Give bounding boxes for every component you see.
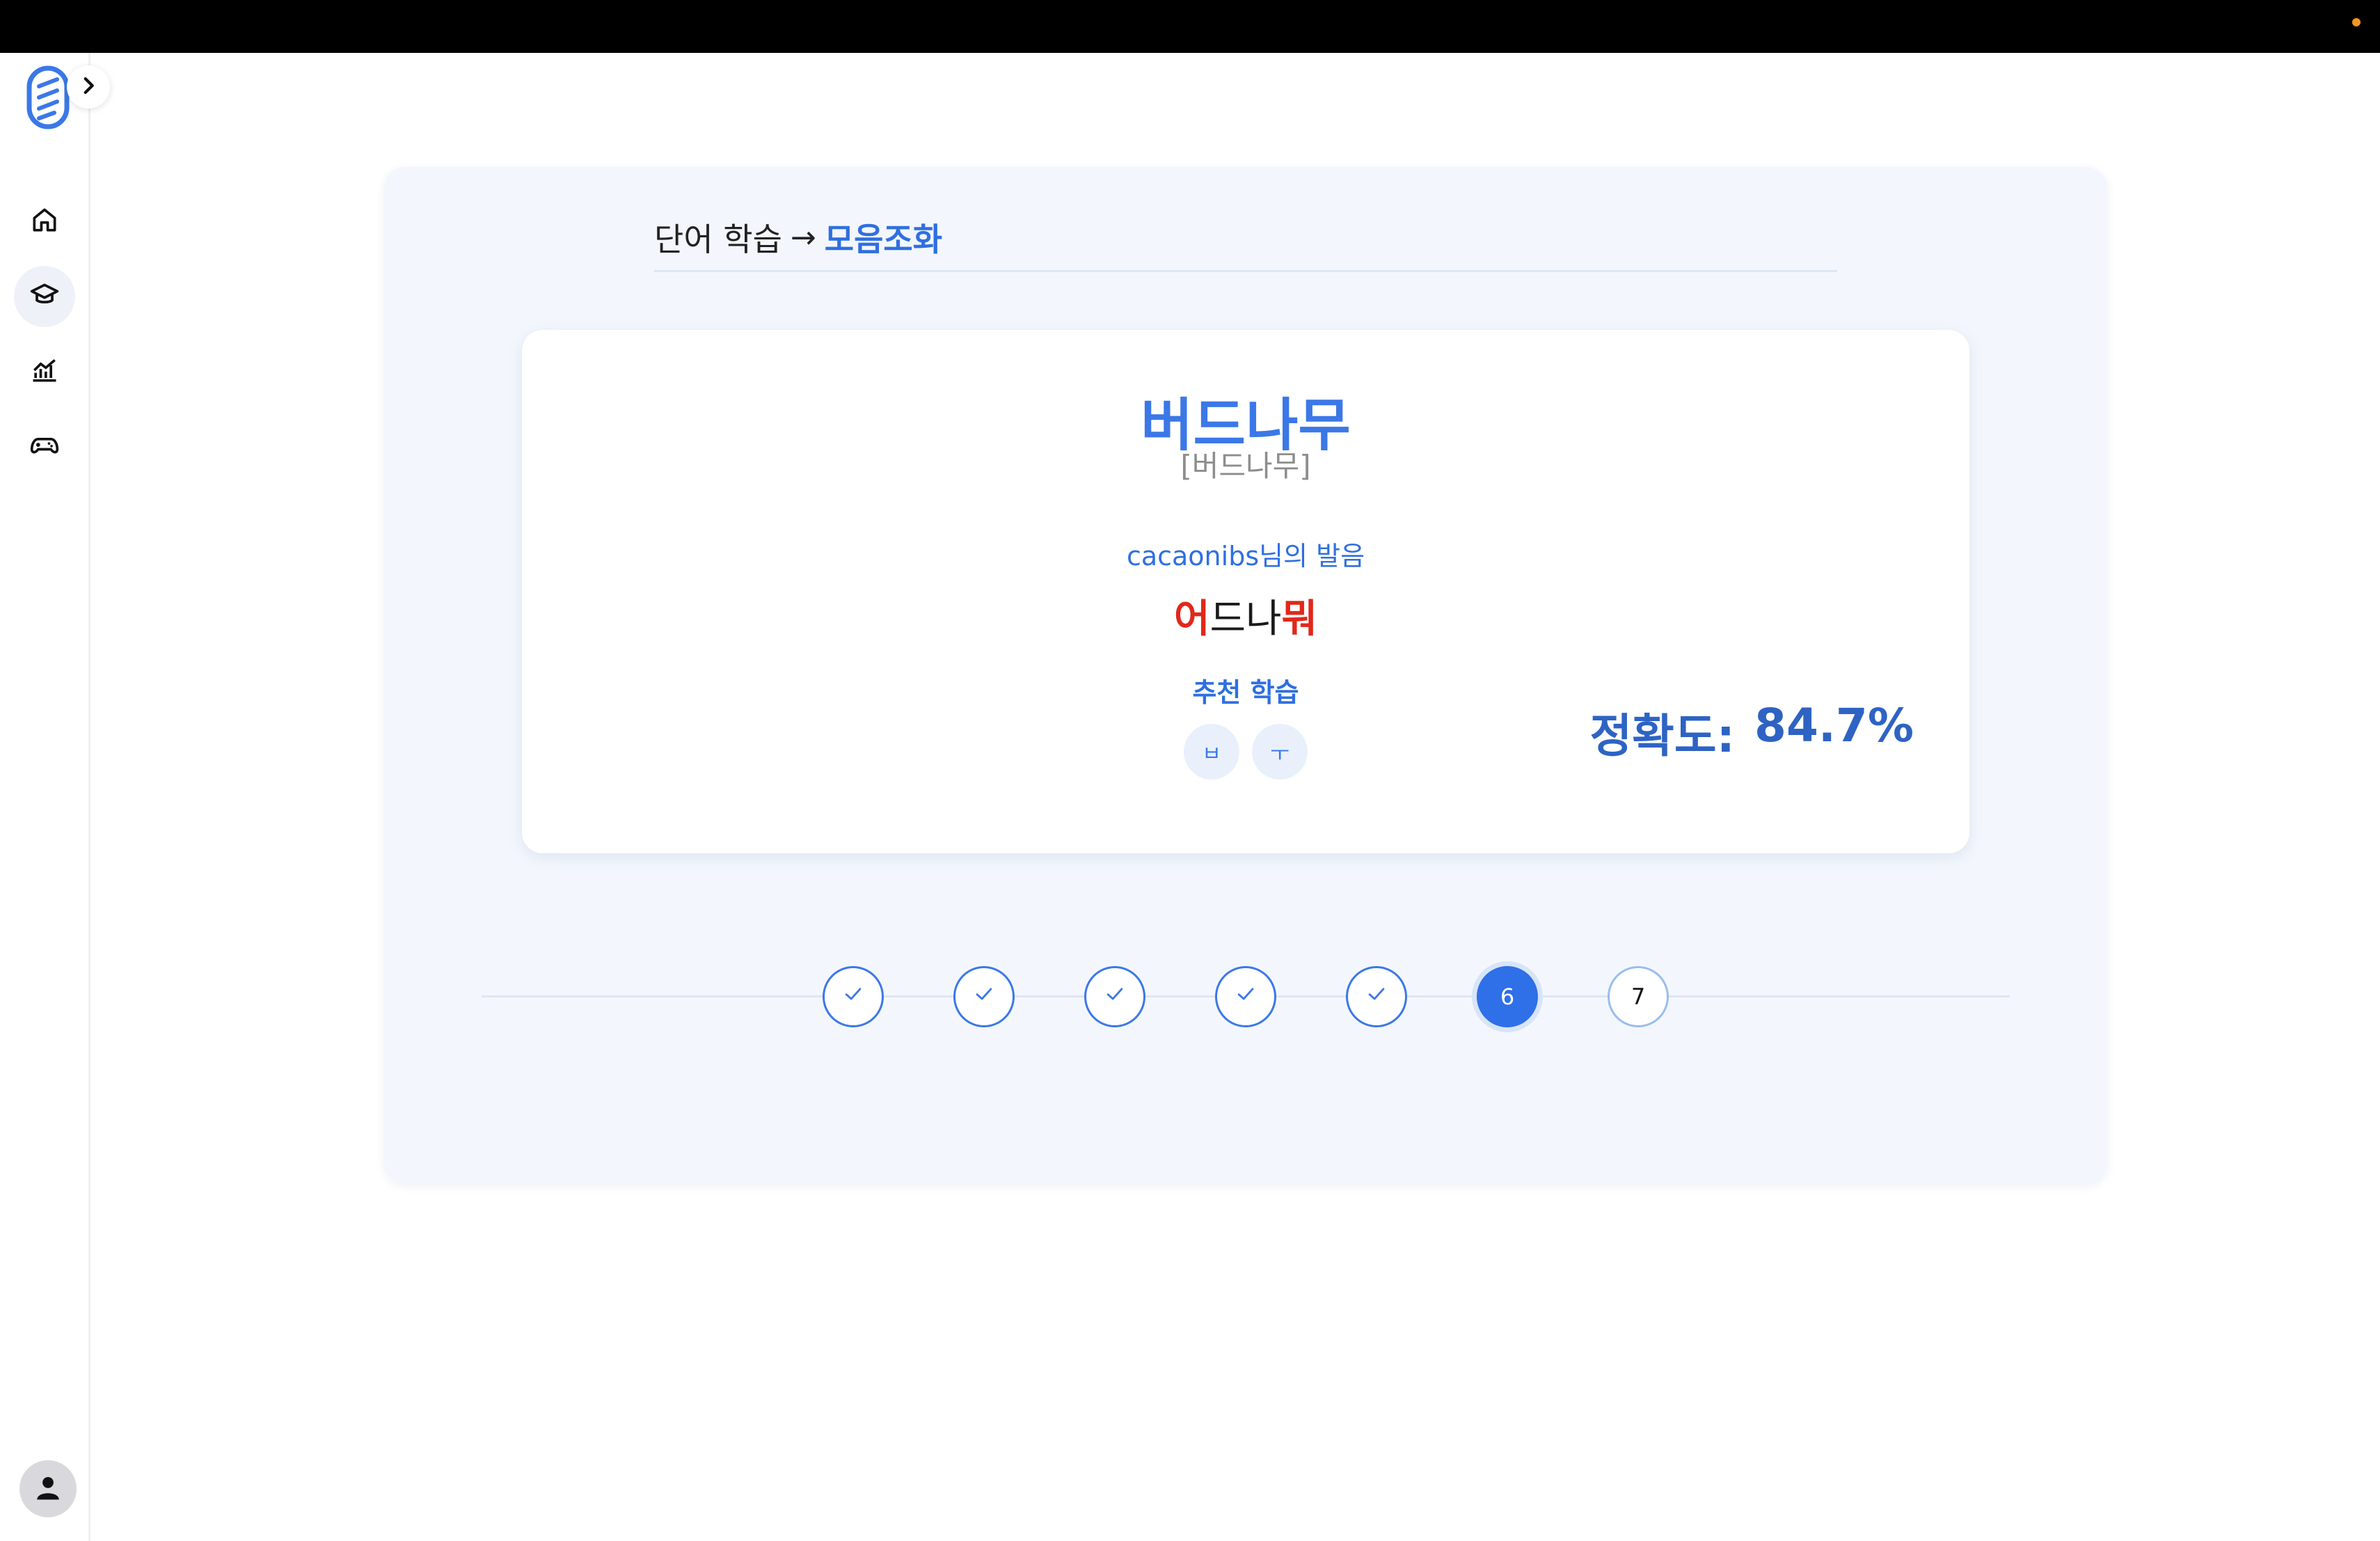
- accuracy-label: 정확도:: [1589, 709, 1736, 763]
- home-icon: [29, 205, 60, 238]
- accuracy-value: 84.7%: [1754, 699, 1914, 752]
- word-card: 버드나무 [버드나무] cacaonibs님의 발음 어드나뭐 추천 학습 ㅂ …: [522, 330, 1969, 853]
- progress-step-7[interactable]: 7: [1608, 966, 1669, 1027]
- breadcrumb-divider: [654, 270, 1837, 272]
- check-icon: [1234, 982, 1258, 1011]
- chevron-right-icon: [77, 74, 100, 100]
- recommend-chip[interactable]: ㅜ: [1252, 724, 1308, 780]
- nav-game[interactable]: [14, 416, 75, 477]
- app-logo-icon[interactable]: [24, 65, 72, 129]
- progress-step-6[interactable]: 6: [1477, 966, 1538, 1027]
- nav-home[interactable]: [14, 191, 75, 252]
- check-icon: [1103, 982, 1127, 1011]
- progress-step-4[interactable]: [1215, 966, 1276, 1027]
- breadcrumb: 단어 학습 → 모음조화: [654, 214, 942, 260]
- graduation-cap-icon: [29, 280, 60, 313]
- correct-syllables: 드나: [1209, 596, 1282, 642]
- user-icon: [33, 1473, 63, 1505]
- breadcrumb-arrow: →: [790, 219, 816, 255]
- user-pronunciation-label: cacaonibs님의 발음: [1126, 541, 1365, 571]
- avatar[interactable]: [19, 1460, 77, 1517]
- user-pronunciation: 어드나뭐: [522, 587, 1969, 644]
- top-bar: [0, 0, 2380, 53]
- standard-pronunciation: [버드나무]: [1180, 449, 1311, 483]
- sidebar: [0, 53, 90, 1541]
- mispronounced-syllable: 어: [1173, 596, 1210, 642]
- progress-step-2[interactable]: [953, 966, 1015, 1027]
- progress-step-3[interactable]: [1084, 966, 1145, 1027]
- chart-icon: [29, 355, 60, 388]
- check-icon: [1365, 982, 1388, 1011]
- gamepad-icon: [29, 430, 60, 464]
- breadcrumb-root[interactable]: 단어 학습: [654, 214, 782, 260]
- progress-step-5[interactable]: [1346, 966, 1407, 1027]
- step-number: 6: [1500, 983, 1515, 1010]
- nav-learn[interactable]: [14, 266, 75, 327]
- check-icon: [841, 982, 865, 1011]
- sidebar-toggle-button[interactable]: [67, 65, 110, 109]
- mispronounced-syllable: 뭐: [1281, 596, 1318, 642]
- breadcrumb-current: 모음조화: [824, 221, 943, 258]
- recommend-chip[interactable]: ㅂ: [1184, 724, 1239, 780]
- accuracy-display: 정확도: 84.7%: [1589, 699, 1914, 766]
- status-dot: [2352, 18, 2361, 26]
- progress-step-1[interactable]: [823, 966, 884, 1027]
- step-number: 7: [1631, 983, 1646, 1010]
- check-icon: [972, 982, 996, 1011]
- nav-stats[interactable]: [14, 341, 75, 402]
